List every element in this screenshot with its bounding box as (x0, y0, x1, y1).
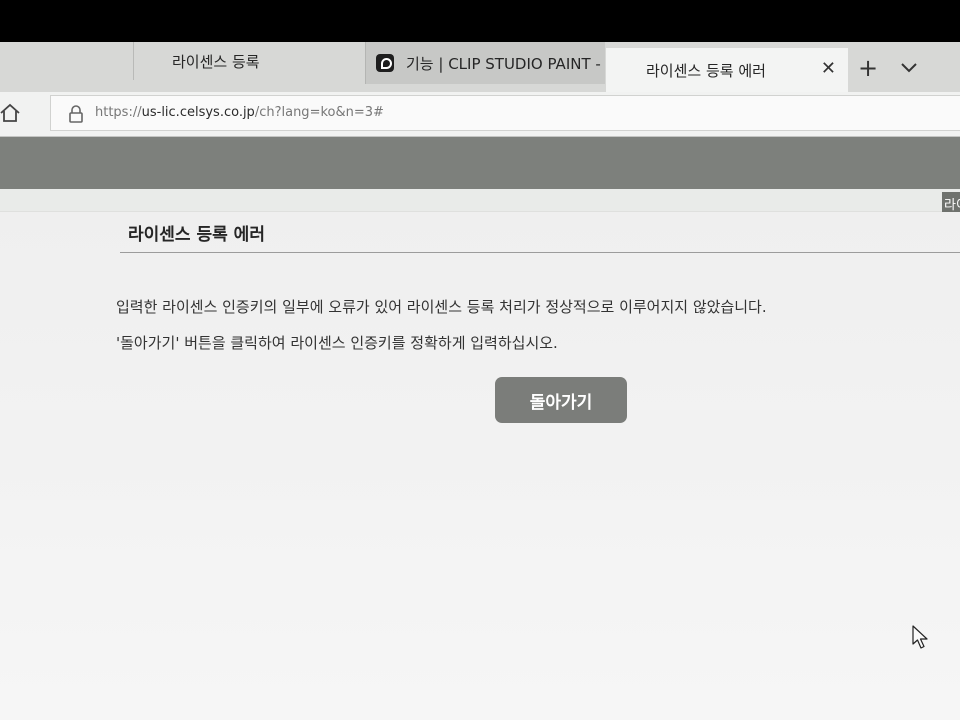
page-title: 라이센스 등록 에러 (128, 225, 265, 245)
tab-label: 라이센스 등록 에러 (646, 61, 766, 80)
chevron-down-icon[interactable] (898, 56, 920, 78)
tab-strip: 라이센스 등록 기능 | CLIP STUDIO PAINT - 라이센스 등록… (0, 42, 960, 92)
site-header-band (0, 137, 960, 189)
tab-license-error[interactable]: 라이센스 등록 에러 ✕ (606, 48, 848, 92)
url-field[interactable]: https://us-lic.celsys.co.jp/ch?lang=ko&n… (50, 95, 960, 131)
mouse-pointer-icon (912, 625, 928, 649)
clip-studio-icon (376, 54, 394, 72)
title-divider (120, 252, 960, 253)
home-icon[interactable] (0, 103, 20, 123)
page-content: 라이센스 등록 에러 입력한 라이센스 인증키의 일부에 오류가 있어 라이센스… (0, 212, 960, 720)
site-header-divider (0, 189, 960, 212)
error-message: 입력한 라이센스 인증키의 일부에 오류가 있어 라이센스 등록 처리가 정상적… (116, 298, 767, 316)
tab-label: 라이센스 등록 (172, 52, 260, 71)
lock-icon (69, 105, 83, 123)
tab-clip-studio-features[interactable]: 기능 | CLIP STUDIO PAINT - (365, 42, 605, 84)
close-tab-icon[interactable]: ✕ (821, 59, 836, 79)
url-scheme: https:// (95, 105, 142, 120)
url-text: https://us-lic.celsys.co.jp/ch?lang=ko&n… (95, 105, 384, 120)
tab-label: 기능 | CLIP STUDIO PAINT - (406, 54, 601, 73)
new-tab-icon[interactable]: + (858, 56, 878, 80)
url-host: us-lic.celsys.co.jp (141, 105, 255, 120)
url-path: /ch?lang=ko&n=3# (254, 105, 384, 120)
tab-license-registration[interactable]: 라이센스 등록 (133, 42, 365, 80)
browser-window: 라이센스 등록 기능 | CLIP STUDIO PAINT - 라이센스 등록… (0, 42, 960, 720)
address-bar: https://us-lic.celsys.co.jp/ch?lang=ko&n… (0, 92, 960, 137)
instruction-message: '돌아가기' 버튼을 클릭하여 라이센스 인증키를 정확하게 입력하십시오. (116, 334, 558, 352)
back-button[interactable]: 돌아가기 (495, 377, 627, 423)
